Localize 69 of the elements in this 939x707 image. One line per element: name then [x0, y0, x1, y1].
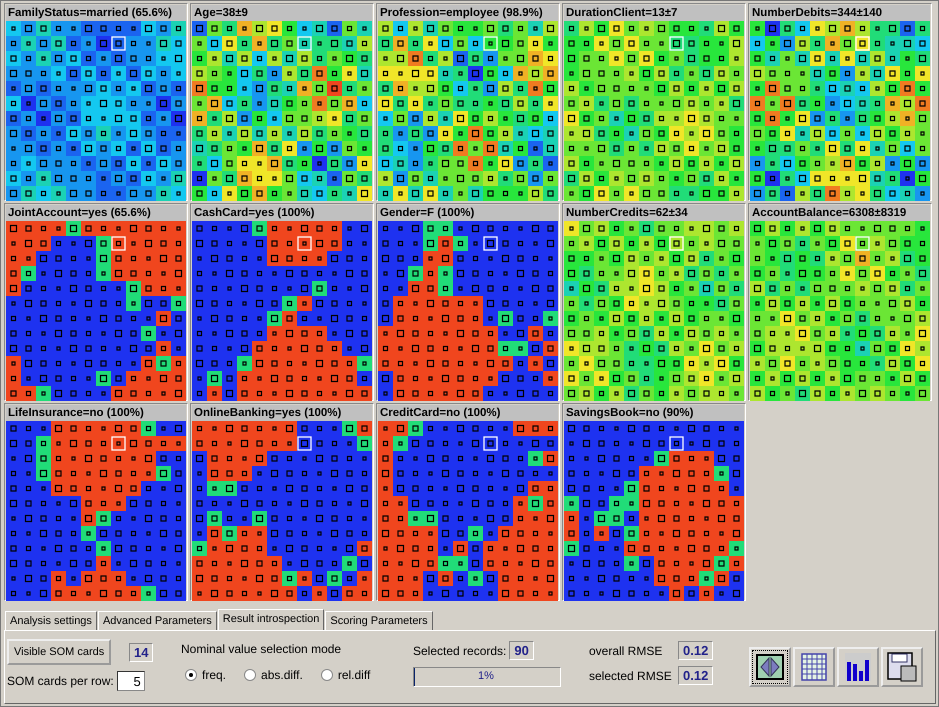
selected-node-marker [483, 36, 498, 51]
heatmap-cells[interactable] [564, 221, 744, 401]
card-title: Profession=employee (98.9%) [378, 5, 558, 21]
tab[interactable]: Analysis settings [5, 611, 97, 630]
selection-mode-label: Nominal value selection mode [181, 642, 342, 656]
bar-chart-button[interactable] [837, 647, 879, 687]
heatmap-cells[interactable] [750, 21, 930, 201]
heatmap-cells[interactable] [378, 21, 558, 201]
card-title: OnlineBanking=yes (100%) [192, 405, 372, 421]
heatmap-cells[interactable] [378, 421, 558, 601]
selected-node-marker [297, 436, 312, 451]
radio-option[interactable]: freq. [185, 668, 226, 682]
bar-chart-icon [844, 652, 872, 682]
selected-node-marker [297, 36, 312, 51]
card-title: AccountBalance=6308±8319 [750, 205, 930, 221]
selected-rmse-label: selected RMSE [589, 668, 673, 682]
split-view-button[interactable] [749, 647, 791, 687]
heatmap-cells[interactable] [750, 221, 930, 401]
selected-node-marker [669, 36, 684, 51]
heatmap-cells[interactable] [192, 221, 372, 401]
split-arrows-icon [756, 654, 784, 680]
selected-node-marker [483, 436, 498, 451]
card-title: DurationClient=13±7 [564, 5, 744, 21]
selected-rmse-value: 0.12 [678, 666, 714, 685]
heatmap-cells[interactable] [564, 21, 744, 201]
visible-count: 14 [129, 643, 154, 662]
table-button[interactable] [793, 647, 835, 687]
tab[interactable]: Scoring Parameters [325, 611, 433, 630]
selected-node-marker [669, 236, 684, 251]
heatmap-cells[interactable] [6, 421, 186, 601]
progress-text: 1% [478, 670, 494, 682]
card-title: NumberCredits=62±34 [564, 205, 744, 221]
tab[interactable]: Result introspection [218, 609, 324, 630]
card-title: JointAccount=yes (65.6%) [6, 205, 186, 221]
save-icon [887, 652, 917, 682]
selected-node-marker [297, 236, 312, 251]
save-icon-button[interactable] [881, 647, 923, 687]
selected-node-marker [855, 236, 870, 251]
table-grid-icon [801, 653, 827, 681]
selected-node-marker [855, 36, 870, 51]
cards-per-row-field[interactable]: 5 [116, 671, 145, 691]
selected-node-marker [483, 236, 498, 251]
selected-records-value: 90 [509, 641, 534, 660]
radio-option[interactable]: rel.diff [320, 668, 370, 682]
radio-option[interactable]: abs.diff. [244, 668, 303, 682]
heatmap-cells[interactable] [6, 221, 186, 401]
card-title: CreditCard=no (100%) [378, 405, 558, 421]
heatmap-cells[interactable] [564, 421, 744, 601]
cards-per-row-label: SOM cards per row: [7, 674, 114, 688]
overall-rmse-value: 0.12 [678, 641, 714, 660]
tab[interactable]: Advanced Parameters [98, 611, 217, 630]
card-title: FamilyStatus=married (65.6%) [6, 5, 186, 21]
card-title: LifeInsurance=no (100%) [6, 405, 186, 421]
heatmap-cells[interactable] [192, 421, 372, 601]
overall-rmse-label: overall RMSE [589, 644, 664, 658]
selected-node-marker [111, 436, 126, 451]
card-title: SavingsBook=no (90%) [564, 405, 744, 421]
card-title: Gender=F (100%) [378, 205, 558, 221]
card-title: Age=38±9 [192, 5, 372, 21]
selected-node-marker [111, 236, 126, 251]
visible-som-cards-button[interactable]: Visible SOM cards [7, 639, 112, 665]
heatmap-cells[interactable] [192, 21, 372, 201]
card-title: NumberDebits=344±140 [750, 5, 930, 21]
selected-node-marker [669, 436, 684, 451]
selected-node-marker [111, 36, 126, 51]
heatmap-cells[interactable] [6, 21, 186, 201]
card-title: CashCard=yes (100%) [192, 205, 372, 221]
selected-records-label: Selected records: [413, 644, 506, 658]
heatmap-cells[interactable] [378, 221, 558, 401]
